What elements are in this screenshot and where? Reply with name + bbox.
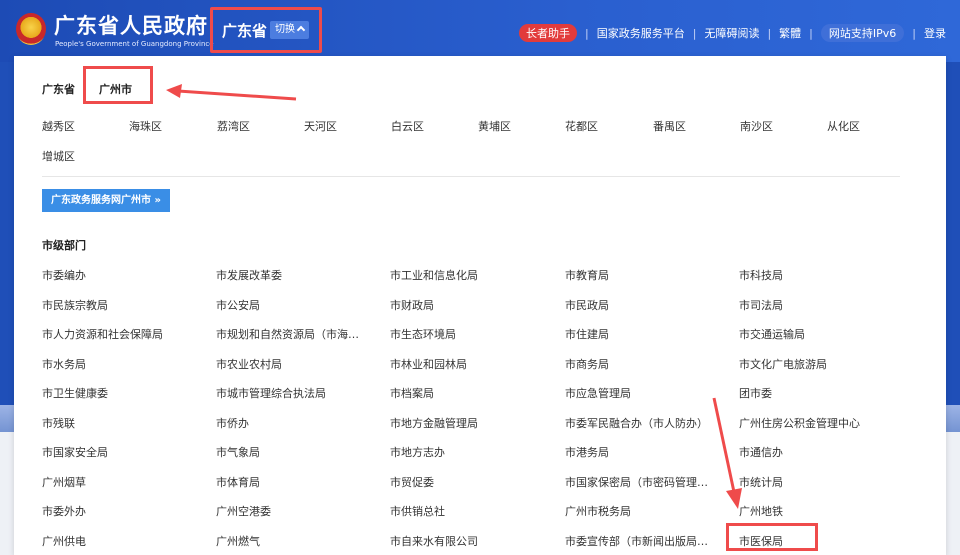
crumb-province[interactable]: 广东省 [42,81,75,97]
department-link[interactable]: 市档案局 [390,385,434,401]
nav-separator: | [585,26,589,40]
department-link[interactable]: 市工业和信息化局 [390,267,478,283]
gov-service-link[interactable]: 国家政务服务平台 [597,25,685,41]
switch-button[interactable]: 切换 [270,21,309,39]
department-link[interactable]: 市商务局 [565,356,609,372]
department-link[interactable]: 市民族宗教局 [42,297,108,313]
national-emblem-icon [16,13,46,45]
department-link[interactable]: 市人力资源和社会保障局 [42,326,163,342]
department-link[interactable]: 市委宣传部（市新闻出版局… [565,533,708,549]
district-item[interactable]: 南沙区 [740,118,773,134]
site-name[interactable]: 广东省人民政府 [54,10,208,40]
district-item[interactable]: 从化区 [827,118,860,134]
site-header: 广东省人民政府 People's Government of Guangdong… [0,0,960,62]
district-item[interactable]: 天河区 [304,118,337,134]
district-item[interactable]: 增城区 [42,148,75,164]
district-item[interactable]: 花都区 [565,118,598,134]
department-link[interactable]: 市科技局 [739,267,783,283]
department-link[interactable]: 市财政局 [390,297,434,313]
department-link[interactable]: 市地方金融管理局 [390,415,478,431]
guangzhou-service-link[interactable]: 广东政务服务网广州市 » [42,189,170,212]
skyline-decoration [946,405,960,435]
department-link[interactable]: 市贸促委 [390,474,434,490]
department-link[interactable]: 广州供电 [42,533,86,549]
department-link[interactable]: 市规划和自然资源局（市海… [216,326,359,342]
department-link[interactable]: 广州市税务局 [565,503,631,519]
top-nav: 长者助手 | 国家政务服务平台 | 无障碍阅读 | 繁體 | 网站支持IPv6 … [519,24,946,42]
department-link[interactable]: 市通信办 [739,444,783,460]
department-link[interactable]: 市委军民融合办（市人防办） [565,415,708,431]
selected-department-highlight [726,523,818,551]
district-item[interactable]: 白云区 [391,118,424,134]
department-link[interactable]: 市水务局 [42,356,86,372]
district-item[interactable]: 荔湾区 [217,118,250,134]
accessible-reading-link[interactable]: 无障碍阅读 [704,25,759,41]
nav-separator: | [767,26,772,40]
chevron-up-icon [296,25,306,35]
district-item[interactable]: 黄埔区 [478,118,511,134]
annotation-arrow-left [166,84,297,101]
department-link[interactable]: 市城市管理综合执法局 [216,385,326,401]
department-link[interactable]: 市国家安全局 [42,444,108,460]
department-link[interactable]: 广州燃气 [216,533,260,549]
department-link[interactable]: 市委外办 [42,503,86,519]
nav-separator: | [809,26,813,40]
department-link[interactable]: 市委编办 [42,267,86,283]
annotation-arrow-down [712,397,742,509]
department-link[interactable]: 广州地铁 [739,503,783,519]
district-item[interactable]: 海珠区 [129,118,162,134]
traditional-chinese-link[interactable]: 繁體 [779,25,801,41]
department-link[interactable]: 市住建局 [565,326,609,342]
department-link[interactable]: 市公安局 [216,297,260,313]
department-link[interactable]: 市港务局 [565,444,609,460]
crumb-city[interactable]: 广州市 [99,81,132,97]
department-link[interactable]: 广州烟草 [42,474,86,490]
department-link[interactable]: 市自来水有限公司 [390,533,478,549]
elder-assistant-link[interactable]: 长者助手 [519,24,578,42]
department-link[interactable]: 市地方志办 [390,444,445,460]
nav-separator: | [692,26,697,40]
site-subtitle: People's Government of Guangdong Provinc… [55,40,214,48]
nav-separator: | [912,26,916,40]
department-link[interactable]: 市司法局 [739,297,783,313]
department-link[interactable]: 市统计局 [739,474,783,490]
department-link[interactable]: 市林业和园林局 [390,356,467,372]
department-link[interactable]: 市交通运输局 [739,326,805,342]
region-dropdown-panel: 广东省 广州市 越秀区 海珠区 荔湾区 天河区 白云区 黄埔区 花都区 番禺区 … [14,56,946,555]
department-link[interactable]: 市气象局 [216,444,260,460]
district-item[interactable]: 越秀区 [42,118,75,134]
login-link[interactable]: 登录 [924,25,946,41]
department-link[interactable]: 市供销总社 [390,503,445,519]
section-title: 市级部门 [42,239,86,252]
switch-label: 切换 [275,24,295,35]
ipv6-badge: 网站支持IPv6 [820,24,905,42]
district-item[interactable]: 番禺区 [653,118,686,134]
department-link[interactable]: 市应急管理局 [565,385,631,401]
department-link[interactable]: 广州空港委 [216,503,271,519]
current-province: 广东省 [222,22,268,40]
department-link[interactable]: 市发展改革委 [216,267,282,283]
department-link[interactable]: 市民政局 [565,297,609,313]
province-switch-highlight: 广东省 切换 [210,7,322,53]
department-link[interactable]: 市侨办 [216,415,249,431]
department-link[interactable]: 市文化广电旅游局 [739,356,827,372]
skyline-decoration [0,405,14,435]
department-link[interactable]: 广州住房公积金管理中心 [739,415,860,431]
department-link[interactable]: 市生态环境局 [390,326,456,342]
department-link[interactable]: 市教育局 [565,267,609,283]
department-link[interactable]: 市残联 [42,415,75,431]
department-link[interactable]: 市国家保密局（市密码管理… [565,474,708,490]
department-link[interactable]: 市卫生健康委 [42,385,108,401]
crumb-city-highlight: 广州市 [83,66,153,104]
divider [42,176,900,177]
department-link[interactable]: 市体育局 [216,474,260,490]
department-link[interactable]: 市农业农村局 [216,356,282,372]
